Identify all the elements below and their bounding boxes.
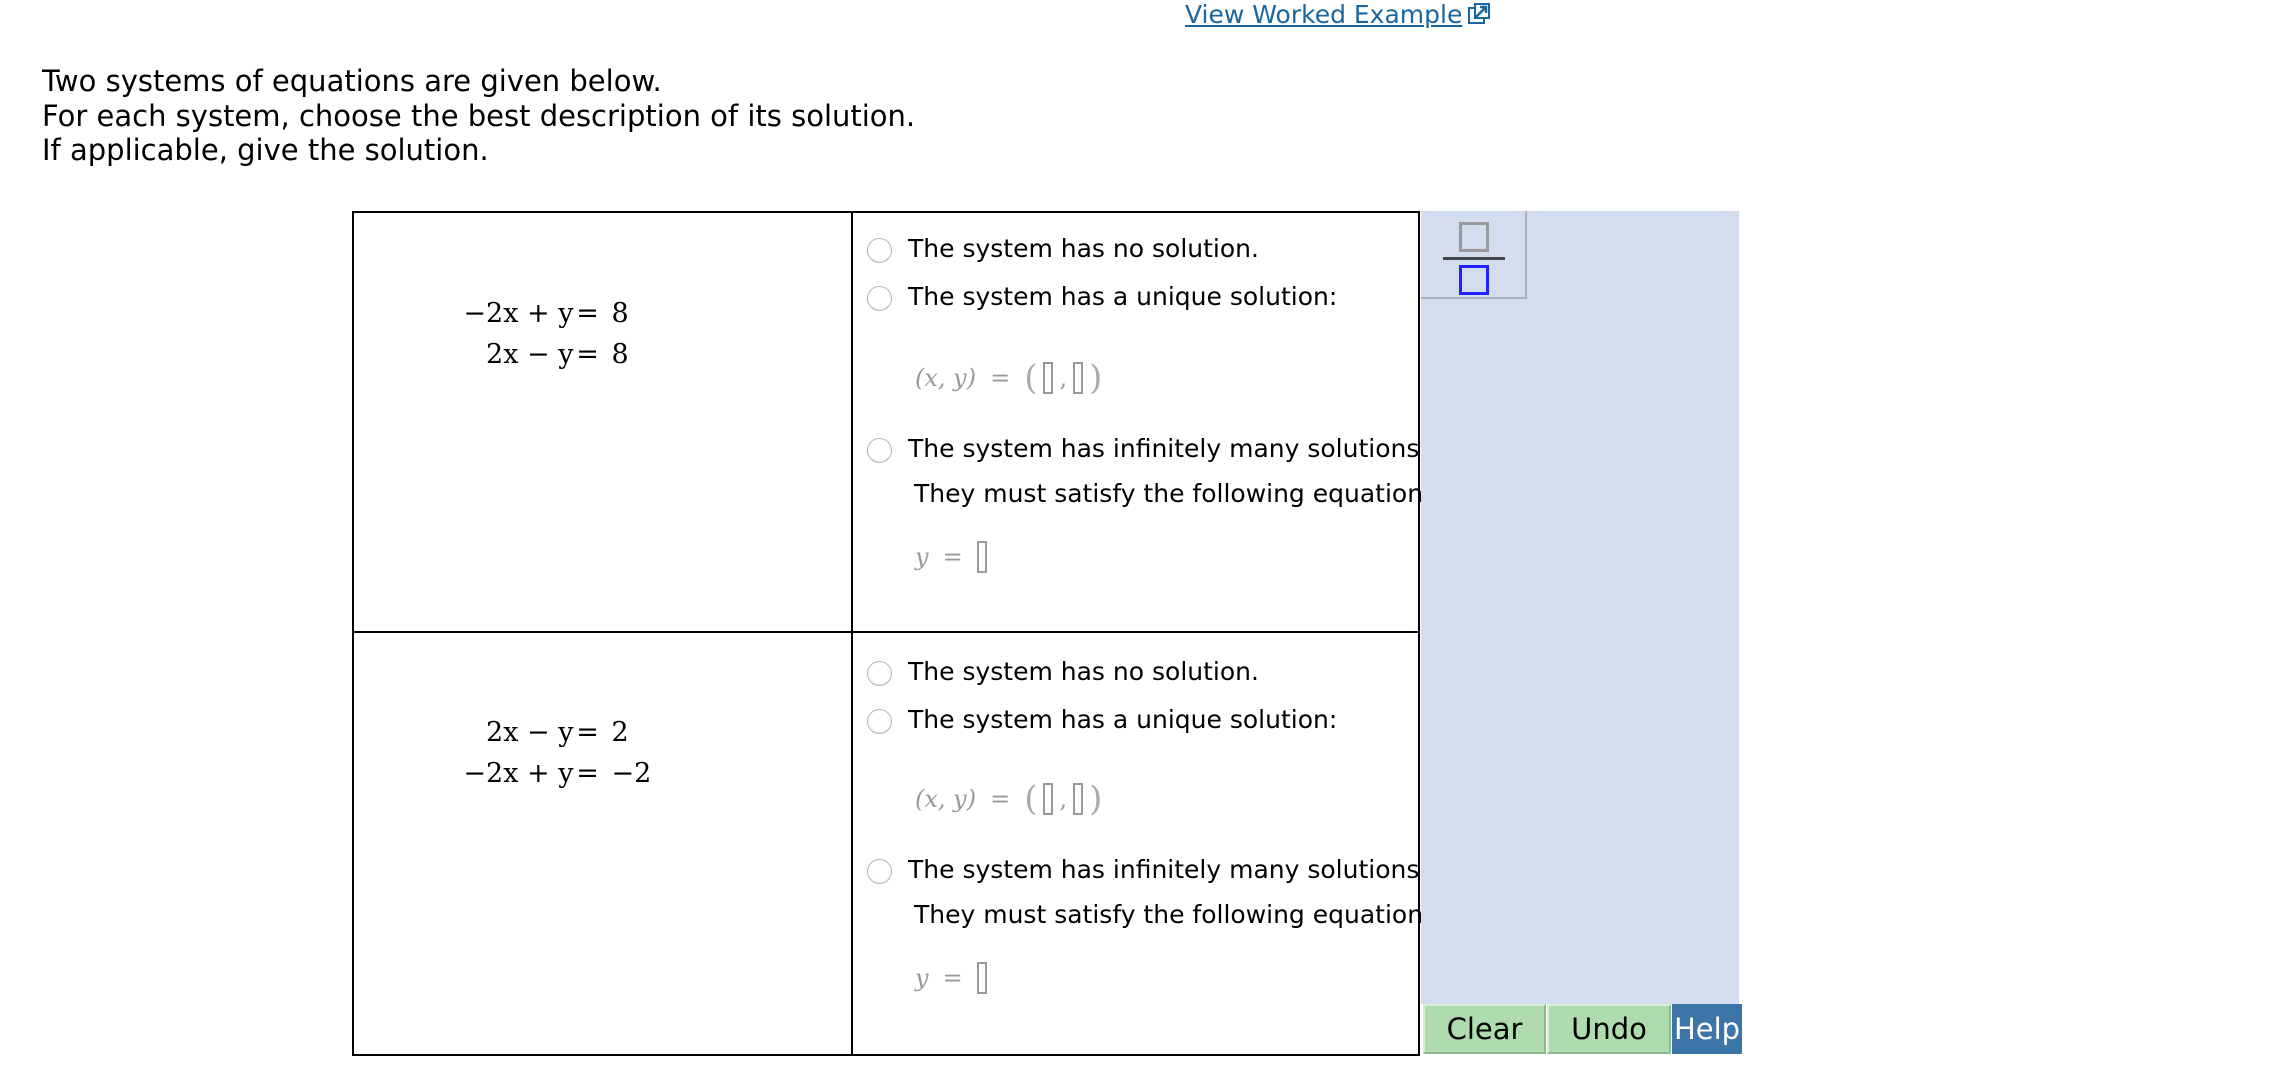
fraction-button[interactable] <box>1421 211 1527 299</box>
help-button[interactable]: Help <box>1672 1004 1742 1054</box>
radio-button[interactable] <box>867 237 892 263</box>
unique-solution-answer: (x, y) = (,) <box>915 779 1103 819</box>
instruction-line: If applicable, give the solution. <box>42 133 489 167</box>
equation: 2x − y = 2 <box>486 717 629 748</box>
external-link-icon <box>1468 3 1491 24</box>
equation: −2x + y = 8 <box>463 298 629 329</box>
y-input[interactable] <box>1073 783 1084 815</box>
option-unique-solution[interactable]: The system has a unique solution: <box>867 282 1337 311</box>
option-no-solution[interactable]: The system has no solution. <box>867 657 1259 686</box>
clear-button[interactable]: Clear <box>1423 1004 1546 1054</box>
option-unique-solution[interactable]: The system has a unique solution: <box>867 705 1337 734</box>
view-worked-example-link[interactable]: View Worked Example <box>1185 0 1491 29</box>
system-1-options: The system has no solution. The system h… <box>851 211 1431 633</box>
y-equation-input[interactable] <box>976 541 987 573</box>
system-1-equations: −2x + y = 8 2x − y = 8 <box>352 211 853 633</box>
math-palette <box>1421 211 1739 1004</box>
instructions: Two systems of equations are given below… <box>42 64 915 168</box>
undo-button[interactable]: Undo <box>1547 1004 1671 1054</box>
infinite-subtext: They must satisfy the following equation… <box>914 900 1432 929</box>
infinite-equation-answer: y = <box>915 962 987 994</box>
unique-solution-answer: (x, y) = (,) <box>915 358 1103 398</box>
y-input[interactable] <box>1073 362 1084 394</box>
option-infinite-solutions[interactable]: The system has infinitely many solutions… <box>867 855 1427 884</box>
x-input[interactable] <box>1043 362 1054 394</box>
y-equation-input[interactable] <box>976 962 987 994</box>
systems-table: −2x + y = 8 2x − y = 8 The system has no sol… <box>352 211 1431 1056</box>
infinite-subtext: They must satisfy the following equation… <box>914 479 1432 508</box>
radio-button[interactable] <box>867 858 892 884</box>
infinite-equation-answer: y = <box>915 541 987 573</box>
system-row-2: 2x − y = 2 −2x + y = −2 The system has no so… <box>352 631 1431 1056</box>
equation: 2x − y = 8 <box>486 339 629 370</box>
instruction-line: For each system, choose the best descrip… <box>42 98 916 133</box>
option-no-solution[interactable]: The system has no solution. <box>867 234 1259 263</box>
x-input[interactable] <box>1043 783 1054 815</box>
radio-button[interactable] <box>867 708 892 734</box>
instruction-line: Two systems of equations are given below… <box>42 64 662 98</box>
system-2-options: The system has no solution. The system h… <box>851 631 1431 1056</box>
system-row-1: −2x + y = 8 2x − y = 8 The system has no sol… <box>352 211 1431 633</box>
option-infinite-solutions[interactable]: The system has infinitely many solutions… <box>867 434 1427 463</box>
radio-button[interactable] <box>867 660 892 686</box>
radio-button[interactable] <box>867 285 892 311</box>
equation: −2x + y = −2 <box>463 758 652 789</box>
radio-button[interactable] <box>867 437 892 463</box>
worked-example-label: View Worked Example <box>1185 0 1463 29</box>
system-2-equations: 2x − y = 2 −2x + y = −2 <box>352 631 853 1056</box>
fraction-icon <box>1459 222 1489 252</box>
